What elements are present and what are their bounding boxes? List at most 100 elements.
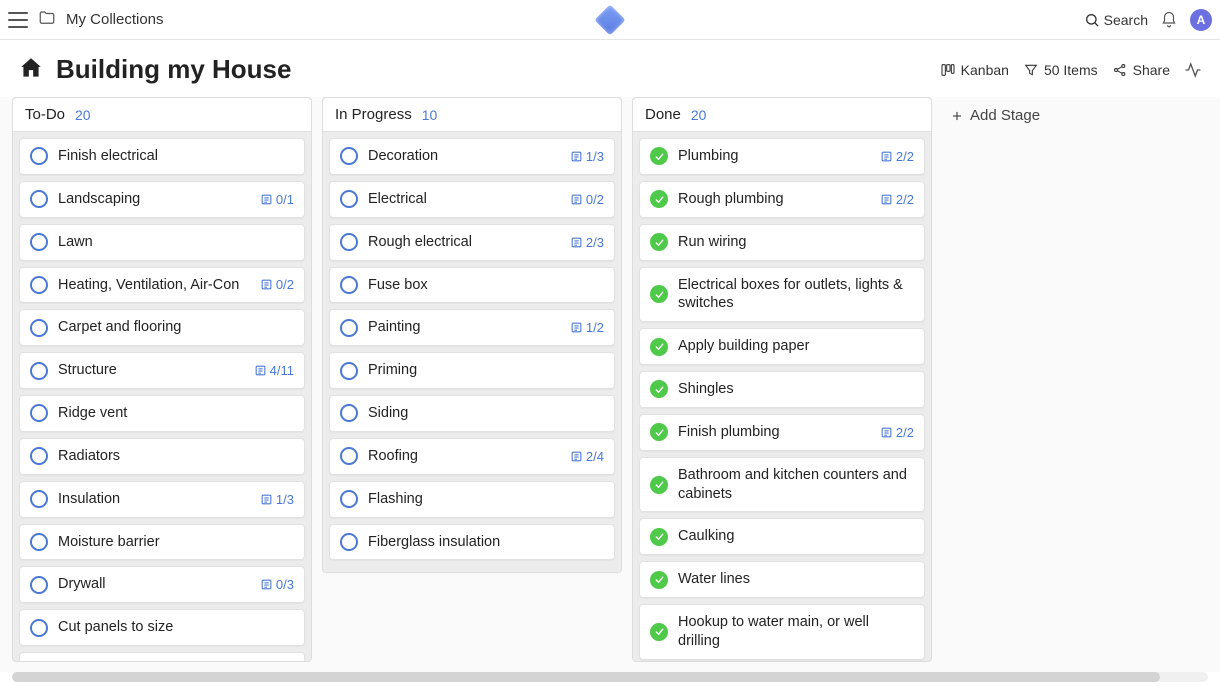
- status-todo-icon[interactable]: [340, 490, 358, 508]
- card[interactable]: Finish plumbing2/2: [639, 414, 925, 451]
- card[interactable]: Nail panels: [19, 652, 305, 661]
- status-done-icon[interactable]: [650, 476, 668, 494]
- status-todo-icon[interactable]: [30, 576, 48, 594]
- status-todo-icon[interactable]: [30, 447, 48, 465]
- status-todo-icon[interactable]: [340, 533, 358, 551]
- status-todo-icon[interactable]: [30, 362, 48, 380]
- card[interactable]: Cut panels to size: [19, 609, 305, 646]
- column-header[interactable]: In Progress10: [323, 98, 621, 132]
- card[interactable]: Drywall0/3: [19, 566, 305, 603]
- status-todo-icon[interactable]: [340, 319, 358, 337]
- card[interactable]: Apply building paper: [639, 328, 925, 365]
- menu-icon[interactable]: [8, 12, 28, 28]
- card[interactable]: Fuse box: [329, 267, 615, 304]
- status-todo-icon[interactable]: [30, 147, 48, 165]
- card[interactable]: Insulation1/3: [19, 481, 305, 518]
- column-count: 20: [691, 107, 707, 123]
- status-todo-icon[interactable]: [30, 190, 48, 208]
- breadcrumb[interactable]: My Collections: [66, 11, 164, 28]
- view-kanban-button[interactable]: Kanban: [940, 62, 1009, 78]
- status-done-icon[interactable]: [650, 338, 668, 356]
- card[interactable]: Decoration1/3: [329, 138, 615, 175]
- card[interactable]: Water lines: [639, 561, 925, 598]
- status-todo-icon[interactable]: [340, 362, 358, 380]
- page-header: Building my House Kanban 50 Items Share: [0, 40, 1220, 97]
- status-todo-icon[interactable]: [30, 619, 48, 637]
- card[interactable]: Flashing: [329, 481, 615, 518]
- card[interactable]: Caulking: [639, 518, 925, 555]
- card[interactable]: Fiberglass insulation: [329, 524, 615, 561]
- search-button[interactable]: Search: [1084, 12, 1148, 28]
- card-title: Flashing: [368, 490, 604, 509]
- card[interactable]: Lawn: [19, 224, 305, 261]
- status-todo-icon[interactable]: [30, 233, 48, 251]
- card-title: Insulation: [58, 490, 250, 509]
- card[interactable]: Finish electrical: [19, 138, 305, 175]
- card[interactable]: Heating, Ventilation, Air-Con0/2: [19, 267, 305, 304]
- card-title: Priming: [368, 361, 604, 380]
- status-todo-icon[interactable]: [340, 276, 358, 294]
- column-body[interactable]: Decoration1/3 Electrical0/2 Rough electric…: [323, 132, 621, 572]
- status-done-icon[interactable]: [650, 380, 668, 398]
- card[interactable]: Ridge vent: [19, 395, 305, 432]
- app-logo[interactable]: [594, 4, 625, 35]
- card[interactable]: Radiators: [19, 438, 305, 475]
- status-todo-icon[interactable]: [340, 447, 358, 465]
- status-done-icon[interactable]: [650, 423, 668, 441]
- card[interactable]: Carpet and flooring: [19, 309, 305, 346]
- status-done-icon[interactable]: [650, 623, 668, 641]
- card[interactable]: Electrical0/2: [329, 181, 615, 218]
- share-button[interactable]: Share: [1112, 62, 1170, 78]
- topbar: My Collections Search A: [0, 0, 1220, 40]
- column-header[interactable]: Done20: [633, 98, 931, 132]
- card[interactable]: Electrical boxes for outlets, lights & s…: [639, 267, 925, 323]
- status-done-icon[interactable]: [650, 285, 668, 303]
- checklist-count: 2/3: [586, 235, 604, 250]
- status-todo-icon[interactable]: [30, 533, 48, 551]
- status-done-icon[interactable]: [650, 528, 668, 546]
- status-todo-icon[interactable]: [30, 276, 48, 294]
- status-todo-icon[interactable]: [340, 233, 358, 251]
- notifications-icon[interactable]: [1160, 11, 1178, 29]
- card[interactable]: Plumbing2/2: [639, 138, 925, 175]
- status-done-icon[interactable]: [650, 233, 668, 251]
- card[interactable]: Siding: [329, 395, 615, 432]
- scrollbar-thumb[interactable]: [12, 672, 1160, 682]
- search-label: Search: [1104, 12, 1148, 28]
- status-done-icon[interactable]: [650, 571, 668, 589]
- card[interactable]: Priming: [329, 352, 615, 389]
- activity-icon[interactable]: [1184, 61, 1202, 79]
- card-title: Shingles: [678, 380, 914, 399]
- card[interactable]: Shingles: [639, 371, 925, 408]
- column-body[interactable]: Plumbing2/2 Rough plumbing2/2 Run wiring El…: [633, 132, 931, 661]
- card[interactable]: Run wiring: [639, 224, 925, 261]
- status-todo-icon[interactable]: [30, 404, 48, 422]
- status-todo-icon[interactable]: [30, 490, 48, 508]
- kanban-column: In Progress10 Decoration1/3 Electrical0/2 R…: [322, 97, 622, 573]
- card[interactable]: Roofing2/4: [329, 438, 615, 475]
- filter-items-button[interactable]: 50 Items: [1023, 62, 1098, 78]
- checklist-count: 4/11: [270, 363, 294, 378]
- card-title: Lawn: [58, 233, 294, 252]
- card[interactable]: Painting1/2: [329, 309, 615, 346]
- card[interactable]: Moisture barrier: [19, 524, 305, 561]
- status-done-icon[interactable]: [650, 147, 668, 165]
- status-todo-icon[interactable]: [340, 404, 358, 422]
- card[interactable]: Landscaping0/1: [19, 181, 305, 218]
- status-todo-icon[interactable]: [30, 319, 48, 337]
- horizontal-scrollbar[interactable]: [12, 672, 1208, 682]
- column-body[interactable]: Finish electrical Landscaping0/1 Lawn Heati…: [13, 132, 311, 661]
- status-todo-icon[interactable]: [340, 147, 358, 165]
- card-title: Caulking: [678, 527, 914, 546]
- card[interactable]: Rough plumbing2/2: [639, 181, 925, 218]
- column-header[interactable]: To-Do20: [13, 98, 311, 132]
- avatar[interactable]: A: [1190, 9, 1212, 31]
- card[interactable]: Rough electrical2/3: [329, 224, 615, 261]
- add-stage-button[interactable]: Add Stage: [942, 97, 1220, 134]
- card[interactable]: Bathroom and kitchen counters and cabine…: [639, 457, 925, 513]
- board-scroll[interactable]: To-Do20 Finish electrical Landscaping0/1 La…: [0, 97, 1220, 672]
- card[interactable]: Structure4/11: [19, 352, 305, 389]
- status-todo-icon[interactable]: [340, 190, 358, 208]
- card[interactable]: Hookup to water main, or well drilling: [639, 604, 925, 660]
- status-done-icon[interactable]: [650, 190, 668, 208]
